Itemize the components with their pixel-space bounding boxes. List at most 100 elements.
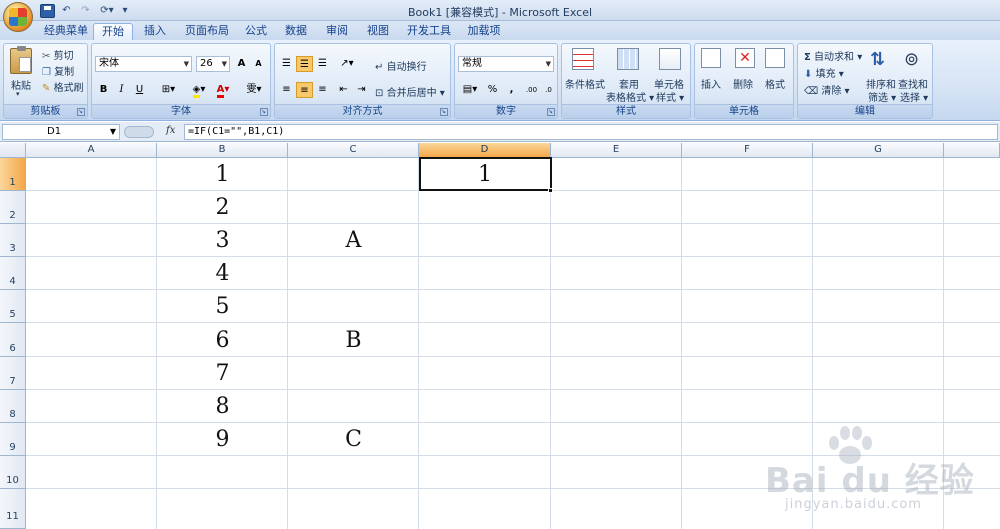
autosum-button[interactable]: Σ 自动求和 ▾: [804, 48, 862, 63]
tab-page-layout[interactable]: 页面布局: [179, 23, 235, 40]
cell-c6[interactable]: B: [288, 328, 419, 353]
row-header-3[interactable]: 3: [0, 224, 26, 257]
column-header-g[interactable]: G: [813, 143, 944, 158]
shrink-font-button[interactable]: A: [250, 56, 267, 72]
tab-formulas[interactable]: 公式: [238, 23, 274, 40]
increase-decimal-button[interactable]: .00: [523, 82, 540, 98]
wrap-text-button[interactable]: ↵ 自动换行: [375, 58, 427, 73]
cell-c9[interactable]: C: [288, 427, 419, 452]
tab-data[interactable]: 数据: [278, 23, 314, 40]
fill-handle[interactable]: [548, 188, 553, 193]
number-launcher-icon[interactable]: ↘: [547, 108, 555, 116]
name-box[interactable]: D1 ▼: [2, 124, 120, 140]
cell-b8[interactable]: 8: [157, 394, 288, 419]
format-painter-button[interactable]: ✎ 格式刷: [42, 79, 84, 94]
row-header-4[interactable]: 4: [0, 257, 26, 290]
formula-bar-splitter[interactable]: [124, 126, 154, 138]
font-size-select[interactable]: 26 ▼: [196, 56, 230, 72]
font-color-button[interactable]: A▾: [212, 82, 234, 98]
formula-input[interactable]: =IF(C1="",B1,C1): [184, 124, 998, 140]
column-header-f[interactable]: F: [682, 143, 813, 158]
decrease-decimal-button[interactable]: .0: [540, 82, 557, 98]
row-header-11[interactable]: 11: [0, 489, 26, 529]
insert-function-icon[interactable]: fx: [166, 125, 175, 136]
tab-addins[interactable]: 加载项: [461, 23, 507, 40]
align-center-button[interactable]: ≡: [296, 82, 313, 98]
select-all-corner[interactable]: [0, 143, 26, 158]
copy-button[interactable]: ❐ 复制: [42, 63, 74, 78]
row-header-10[interactable]: 10: [0, 456, 26, 489]
delete-cells-button[interactable]: 删除: [733, 76, 753, 91]
row-header-2[interactable]: 2: [0, 191, 26, 224]
row-header-5[interactable]: 5: [0, 290, 26, 323]
tab-insert[interactable]: 插入: [137, 23, 173, 40]
tab-view[interactable]: 视图: [360, 23, 396, 40]
column-header-h[interactable]: [944, 143, 1000, 158]
column-header-a[interactable]: A: [26, 143, 157, 158]
column-header-e[interactable]: E: [551, 143, 682, 158]
office-button[interactable]: [3, 2, 33, 32]
tab-review[interactable]: 审阅: [319, 23, 355, 40]
align-middle-button[interactable]: ☰: [296, 56, 313, 72]
decrease-indent-button[interactable]: ⇤: [335, 82, 352, 98]
increase-indent-button[interactable]: ⇥: [353, 82, 370, 98]
orientation-button[interactable]: ↗▾: [335, 56, 359, 72]
align-bottom-button[interactable]: ☰: [314, 56, 331, 72]
bold-button[interactable]: B: [95, 82, 112, 98]
cell-styles-button[interactable]: 样式 ▾: [656, 89, 684, 104]
italic-button[interactable]: I: [113, 82, 130, 98]
tab-developer[interactable]: 开发工具: [403, 23, 455, 40]
column-header-d[interactable]: D: [419, 143, 551, 158]
conditional-format-button[interactable]: 条件格式: [565, 76, 605, 91]
cell-b9[interactable]: 9: [157, 427, 288, 452]
row-header-1[interactable]: 1: [0, 158, 26, 191]
cell-b5[interactable]: 5: [157, 294, 288, 319]
align-left-button[interactable]: ≡: [278, 82, 295, 98]
format-cells-button[interactable]: 格式: [765, 76, 785, 91]
tab-classic-menu[interactable]: 经典菜单: [40, 23, 92, 40]
align-right-button[interactable]: ≡: [314, 82, 331, 98]
merge-center-button[interactable]: ⊡ 合并后居中 ▾: [375, 84, 445, 99]
cell-b7[interactable]: 7: [157, 361, 288, 386]
cell-b6[interactable]: 6: [157, 328, 288, 353]
insert-cells-button[interactable]: 插入: [701, 76, 721, 91]
phonetic-button[interactable]: 雯▾: [242, 82, 266, 98]
borders-button[interactable]: ⊞▾: [160, 82, 177, 98]
paste-button[interactable]: 粘贴: [11, 77, 31, 92]
number-format-select[interactable]: 常规 ▼: [458, 56, 554, 72]
fill-color-button[interactable]: ◈▾: [188, 82, 210, 98]
comma-button[interactable]: ,: [503, 82, 520, 98]
row-header-9[interactable]: 9: [0, 423, 26, 456]
row-header-7[interactable]: 7: [0, 357, 26, 390]
close-button[interactable]: [972, 0, 996, 17]
paste-icon[interactable]: [10, 46, 32, 74]
format-as-table-button[interactable]: 表格格式 ▾: [606, 89, 654, 104]
fill-button[interactable]: ⬇ 填充 ▾: [804, 65, 844, 80]
percent-button[interactable]: %: [484, 82, 501, 98]
find-select-button[interactable]: 选择 ▾: [900, 89, 928, 104]
tab-home[interactable]: 开始: [93, 23, 133, 40]
font-name-select[interactable]: 宋体 ▼: [95, 56, 192, 72]
minimize-button[interactable]: [924, 0, 948, 17]
column-header-c[interactable]: C: [288, 143, 419, 158]
row-header-8[interactable]: 8: [0, 390, 26, 423]
align-top-button[interactable]: ☰: [278, 56, 295, 72]
row-header-6[interactable]: 6: [0, 323, 26, 357]
sort-filter-button[interactable]: 筛选 ▾: [868, 89, 896, 104]
grow-font-button[interactable]: A: [233, 56, 250, 72]
cell-c3[interactable]: A: [288, 228, 419, 253]
clipboard-launcher-icon[interactable]: ↘: [77, 108, 85, 116]
worksheet-grid[interactable]: A B C D E F G 1 2 3 4 5 6 7 8 9 10 11 1 …: [0, 143, 1000, 529]
alignment-launcher-icon[interactable]: ↘: [440, 108, 448, 116]
column-header-b[interactable]: B: [157, 143, 288, 158]
paste-dropdown-icon[interactable]: ▾: [16, 90, 20, 98]
currency-button[interactable]: ▤▾: [458, 82, 482, 98]
underline-button[interactable]: U: [131, 82, 148, 98]
cell-b1[interactable]: 1: [157, 162, 288, 187]
cell-b4[interactable]: 4: [157, 261, 288, 286]
maximize-button[interactable]: [948, 0, 972, 17]
cut-button[interactable]: ✂ 剪切: [42, 47, 74, 62]
clear-button[interactable]: ⌫ 清除 ▾: [804, 82, 850, 97]
cell-d1[interactable]: 1: [419, 162, 551, 187]
cell-b3[interactable]: 3: [157, 228, 288, 253]
